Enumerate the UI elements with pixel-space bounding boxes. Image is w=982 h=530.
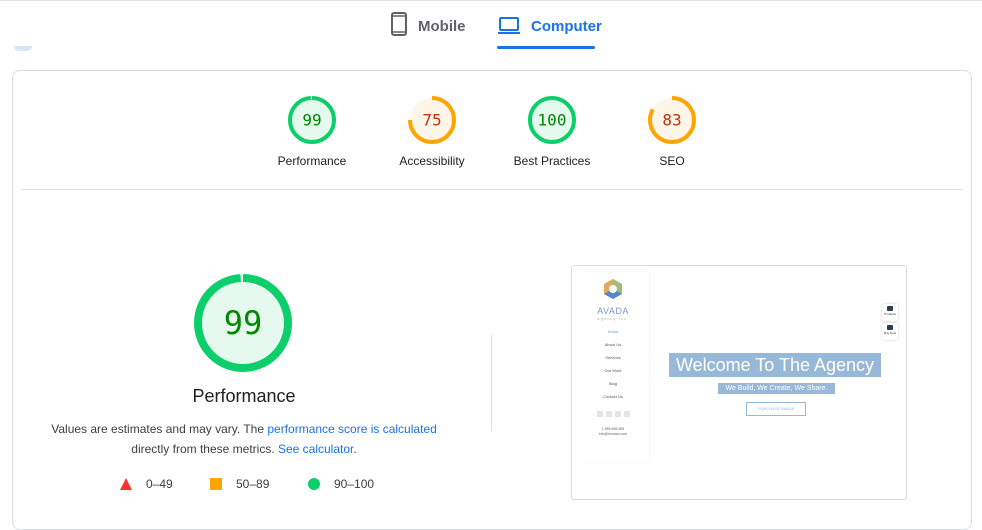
desc-text: Values are estimates and may vary. The [51,422,268,436]
screenshot-hero-title: Welcome To The Agency [669,353,881,377]
gauge-label: Accessibility [399,154,465,168]
screenshot-nav-item: Services [605,355,621,360]
screenshot-social-icons [577,411,649,417]
gauge-label: Best Practices [513,154,591,168]
legend-fail: 0–49 [120,477,173,491]
gauge-label: SEO [659,154,685,168]
gauge-seo[interactable]: 83 SEO [617,95,727,168]
screenshot-hero-button: PURCHASE AVADA [746,402,806,416]
gauge-best-practices[interactable]: 100 Best Practices [497,95,607,168]
legend-range: 0–49 [146,477,173,491]
gauge-ring: 75 [408,96,456,144]
gauge-label: Performance [277,154,347,168]
vertical-divider [491,335,492,431]
tab-mobile-label: Mobile [418,18,466,35]
screenshot-contact: 1.555.555.555 info@domain.com [577,427,649,437]
legend-range: 90–100 [334,477,375,491]
tab-mobile[interactable]: Mobile [390,12,466,52]
performance-description: Values are estimates and may vary. The p… [43,419,445,459]
triangle-icon [120,478,132,490]
smartphone-icon [391,12,407,36]
linkedin-icon [623,411,630,417]
tab-computer-label: Computer [531,18,602,35]
screenshot-buy-button: Buy Now [882,323,898,340]
screenshot-brand: AVADA [597,306,629,316]
gauge-score: 99 [224,304,263,342]
gauge-performance[interactable]: 99 Performance [257,95,367,168]
report-card: 99 Performance 75 Accessibility 100 Best… [12,70,972,530]
square-icon [210,478,222,490]
screenshot-nav-item: Our Work [604,368,622,373]
float-label: Products [884,312,896,316]
avada-logo-icon [604,279,622,299]
screenshot-nav-item: Home [607,329,619,334]
gauge-ring: 100 [528,96,576,144]
screenshot-products-button: Products [882,304,898,321]
gauge-score: 83 [662,111,681,130]
gauge-ring: 83 [648,96,696,144]
screenshot-hero-tagline: We Build, We Create, We Share. [718,383,835,394]
gauge-accessibility[interactable]: 75 Accessibility [377,95,487,168]
legend-range: 50–89 [236,477,270,491]
screenshot-nav-item: Contact Us [603,394,623,399]
desc-text: . [353,442,357,456]
screenshot-brand-sub: Agency Inc. [597,316,629,321]
device-tabs: Mobile Computer [0,0,982,52]
final-screenshot[interactable]: AVADA Agency Inc. Home About Us Services… [571,265,907,500]
active-tab-indicator [497,46,595,49]
performance-gauge-large: 99 [194,274,292,372]
circle-icon [308,478,320,490]
float-label: Buy Now [883,331,896,335]
laptop-icon [498,17,520,34]
screenshot-email: info@domain.com [598,432,628,436]
twitter-icon [605,411,612,417]
scroll-hint [14,46,32,51]
category-summary: 99 Performance 75 Accessibility 100 Best… [13,71,971,191]
legend-pass: 90–100 [308,477,374,491]
see-calculator-link[interactable]: See calculator [278,442,353,456]
gauge-ring: 99 [288,96,336,144]
x-icon [614,411,621,417]
screenshot-sidebar: AVADA Agency Inc. Home About Us Services… [577,272,649,462]
legend-average: 50–89 [210,477,269,491]
gauge-score: 99 [302,111,321,130]
performance-title: Performance [192,386,296,406]
score-calculated-link[interactable]: performance score is calculated [267,422,436,436]
box-icon [887,306,893,311]
gauge-score: 100 [538,111,567,130]
divider [21,189,963,190]
screenshot-nav-item: About Us [604,342,622,347]
facebook-icon [596,411,603,417]
screenshot-nav-item: Blog [608,381,617,386]
screenshot-floating-buttons: Products Buy Now [882,304,898,340]
gauge-score: 75 [422,111,441,130]
desc-text: directly from these metrics. [131,442,278,456]
cart-icon [887,325,893,330]
